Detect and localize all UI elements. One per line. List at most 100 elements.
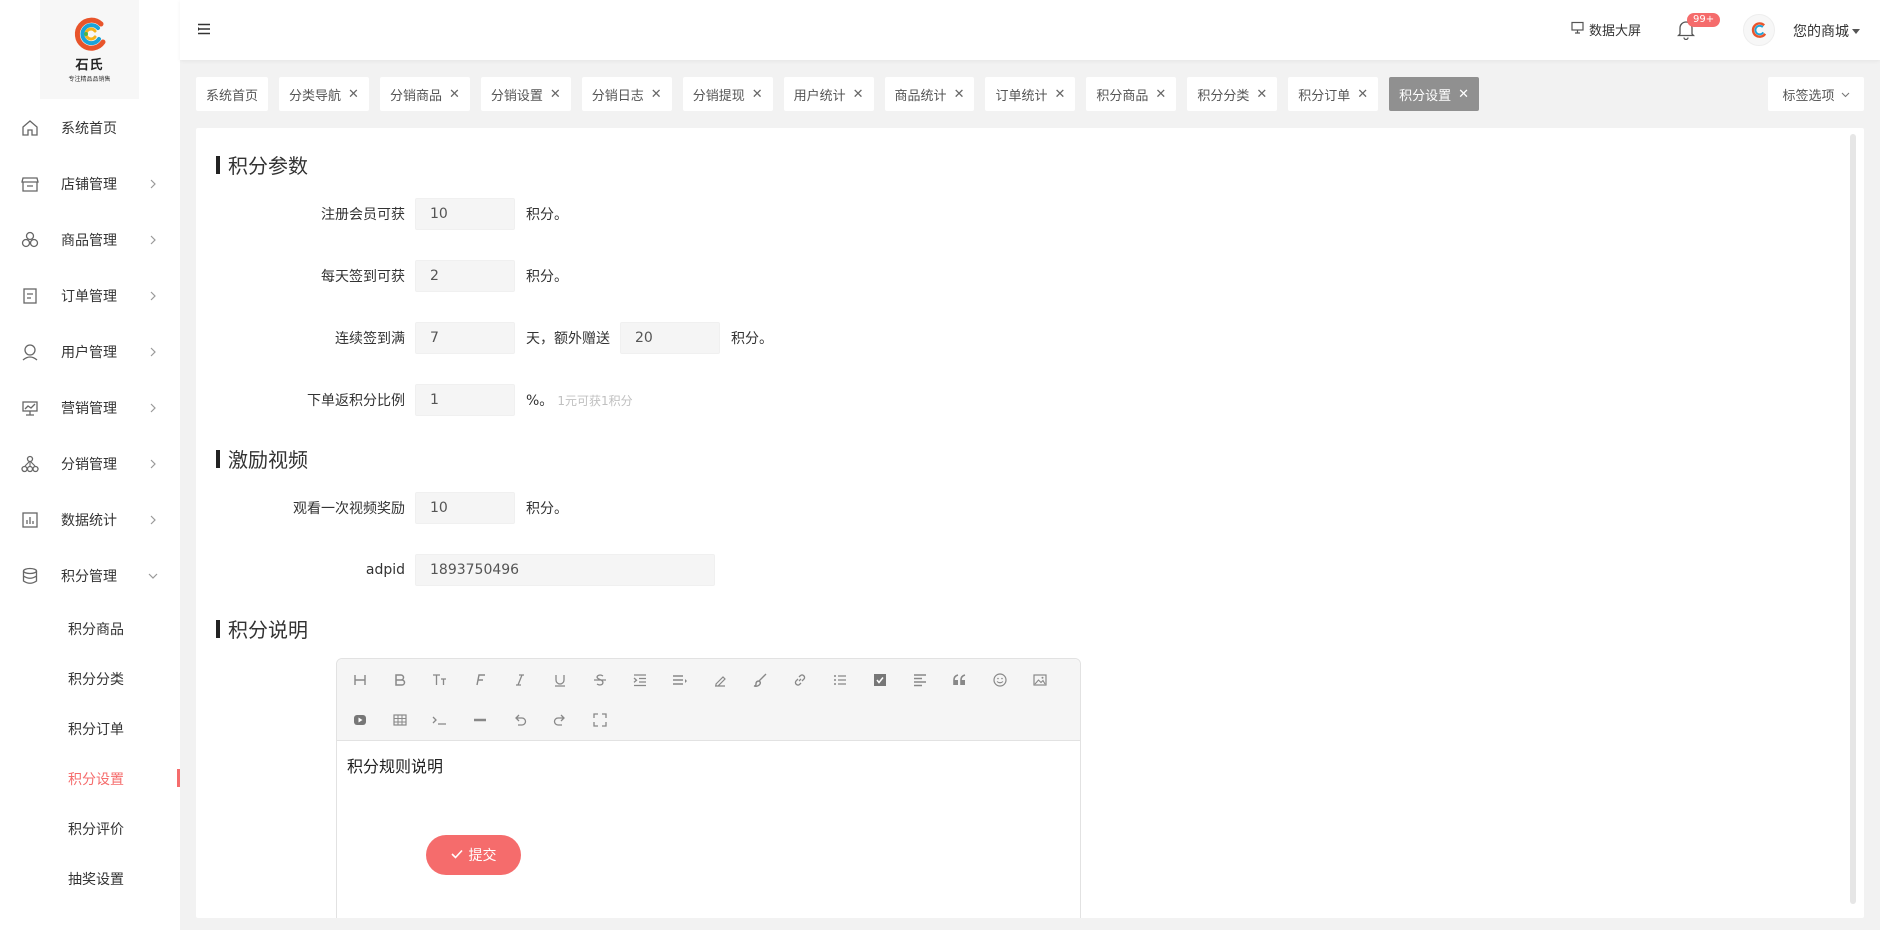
tag-distribution-goods[interactable]: 分销商品 ✕ — [379, 77, 470, 111]
quote-icon[interactable] — [949, 669, 971, 691]
font-family-icon[interactable] — [469, 669, 491, 691]
sidebar-item-shop[interactable]: 店铺管理 — [0, 156, 180, 212]
tag-category-nav[interactable]: 分类导航 ✕ — [279, 77, 369, 111]
list-icon[interactable] — [829, 669, 851, 691]
sidebar-item-goods[interactable]: 商品管理 — [0, 212, 180, 268]
register-label: 注册会员可获 — [321, 207, 405, 223]
emoji-icon[interactable] — [989, 669, 1011, 691]
close-icon[interactable]: ✕ — [1458, 87, 1469, 102]
sidebar-subitem-points-category[interactable]: 积分分类 — [0, 654, 180, 704]
sidebar-subitem-points-settings[interactable]: 积分设置 — [0, 754, 180, 804]
close-icon[interactable]: ✕ — [1256, 87, 1267, 102]
tag-label: 用户统计 — [793, 88, 846, 104]
order-icon — [20, 286, 40, 306]
close-icon[interactable]: ✕ — [1357, 87, 1368, 102]
tag-order-stats[interactable]: 订单统计 ✕ — [985, 77, 1076, 111]
register-points-input[interactable] — [415, 198, 515, 230]
rebate-ratio-input[interactable] — [415, 384, 515, 416]
brand-logo-icon — [71, 16, 109, 52]
user-menu[interactable]: 您的商城 — [1793, 21, 1860, 41]
tag-options-button[interactable]: 标签选项 — [1768, 77, 1864, 111]
tag-home[interactable]: 系统首页 — [196, 77, 269, 111]
sidebar-item-points[interactable]: 积分管理 — [0, 548, 180, 604]
tag-goods-stats[interactable]: 商品统计 ✕ — [884, 77, 975, 111]
sidebar-subitem-points-review[interactable]: 积分评价 — [0, 804, 180, 854]
tag-user-stats[interactable]: 用户统计 ✕ — [783, 77, 874, 111]
form-row-continuous: 连续签到满 天，额外赠送 积分。 — [196, 322, 773, 354]
brush-icon[interactable] — [749, 669, 771, 691]
link-icon[interactable] — [789, 669, 811, 691]
close-icon[interactable]: ✕ — [1155, 87, 1166, 102]
tag-label: 积分订单 — [1298, 88, 1351, 104]
chevron-right-icon — [147, 514, 159, 526]
continuous-mid-text: 天，额外赠送 — [526, 331, 610, 347]
horizontal-rule-icon[interactable] — [469, 709, 491, 731]
submit-button[interactable]: 提交 — [426, 835, 521, 875]
close-icon[interactable]: ✕ — [449, 87, 460, 102]
bold-icon[interactable] — [389, 669, 411, 691]
tag-points-order[interactable]: 积分订单 ✕ — [1288, 77, 1379, 111]
close-icon[interactable]: ✕ — [752, 87, 763, 102]
tag-distribution-log[interactable]: 分销日志 ✕ — [581, 77, 672, 111]
signin-points-input[interactable] — [415, 260, 515, 292]
menu-toggle-icon[interactable] — [197, 22, 211, 36]
sidebar-item-distribution[interactable]: 分销管理 — [0, 436, 180, 492]
continuous-bonus-input[interactable] — [620, 322, 720, 354]
home-icon — [20, 118, 40, 138]
user-name-label: 您的商城 — [1793, 24, 1849, 40]
line-height-icon[interactable] — [669, 669, 691, 691]
tag-distribution-settings[interactable]: 分销设置 ✕ — [480, 77, 571, 111]
sidebar-subitem-points-order[interactable]: 积分订单 — [0, 704, 180, 754]
align-left-icon[interactable] — [909, 669, 931, 691]
tag-points-settings[interactable]: 积分设置 ✕ — [1389, 77, 1480, 111]
sidebar-item-order[interactable]: 订单管理 — [0, 268, 180, 324]
sidebar-item-user[interactable]: 用户管理 — [0, 324, 180, 380]
sidebar-subitem-lottery-settings[interactable]: 抽奖设置 — [0, 854, 180, 904]
strikethrough-icon[interactable] — [589, 669, 611, 691]
close-icon[interactable]: ✕ — [954, 87, 965, 102]
tag-distribution-withdraw[interactable]: 分销提现 ✕ — [682, 77, 773, 111]
sidebar-item-marketing[interactable]: 营销管理 — [0, 380, 180, 436]
close-icon[interactable]: ✕ — [1054, 87, 1065, 102]
redo-icon[interactable] — [549, 709, 571, 731]
sidebar-item-label: 订单管理 — [61, 289, 117, 305]
sidebar-subitem-label: 抽奖设置 — [68, 872, 124, 888]
text-color-icon[interactable] — [709, 669, 731, 691]
chevron-right-icon — [147, 346, 159, 358]
video-unit: 积分。 — [526, 501, 568, 517]
sidebar-subitem-points-goods[interactable]: 积分商品 — [0, 604, 180, 654]
undo-icon[interactable] — [509, 709, 531, 731]
sidebar-item-statistics[interactable]: 数据统计 — [0, 492, 180, 548]
tag-label: 积分设置 — [1399, 88, 1452, 104]
data-screen-button[interactable]: 数据大屏 — [1571, 20, 1641, 39]
table-icon[interactable] — [389, 709, 411, 731]
close-icon[interactable]: ✕ — [550, 87, 561, 102]
tag-label: 积分商品 — [1096, 88, 1149, 104]
video-icon[interactable] — [349, 709, 371, 731]
close-icon[interactable]: ✕ — [651, 87, 662, 102]
image-icon[interactable] — [1029, 669, 1051, 691]
underline-icon[interactable] — [549, 669, 571, 691]
close-icon[interactable]: ✕ — [853, 87, 864, 102]
sidebar-subitem-label: 积分订单 — [68, 722, 124, 738]
scrollbar[interactable] — [1850, 134, 1856, 904]
sidebar-item-home[interactable]: 系统首页 — [0, 100, 180, 156]
font-size-icon[interactable] — [429, 669, 451, 691]
close-icon[interactable]: ✕ — [348, 87, 359, 102]
heading-icon[interactable] — [349, 669, 371, 691]
indent-icon[interactable] — [629, 669, 651, 691]
brand-logo: 石氏 专注精品品销售 — [40, 0, 139, 99]
editor-content[interactable]: 积分规则说明 — [337, 741, 1080, 789]
italic-icon[interactable] — [509, 669, 531, 691]
sidebar-subitem-label: 积分分类 — [68, 672, 124, 688]
code-icon[interactable] — [429, 709, 451, 731]
avatar[interactable] — [1743, 14, 1775, 46]
checkbox-icon[interactable] — [869, 669, 891, 691]
tag-points-category[interactable]: 积分分类 ✕ — [1187, 77, 1278, 111]
continuous-days-input[interactable] — [415, 322, 515, 354]
video-reward-input[interactable] — [415, 492, 515, 524]
tag-points-goods[interactable]: 积分商品 ✕ — [1086, 77, 1177, 111]
fullscreen-icon[interactable] — [589, 709, 611, 731]
adpid-input[interactable] — [415, 554, 715, 586]
editor-toolbar — [337, 659, 1080, 741]
